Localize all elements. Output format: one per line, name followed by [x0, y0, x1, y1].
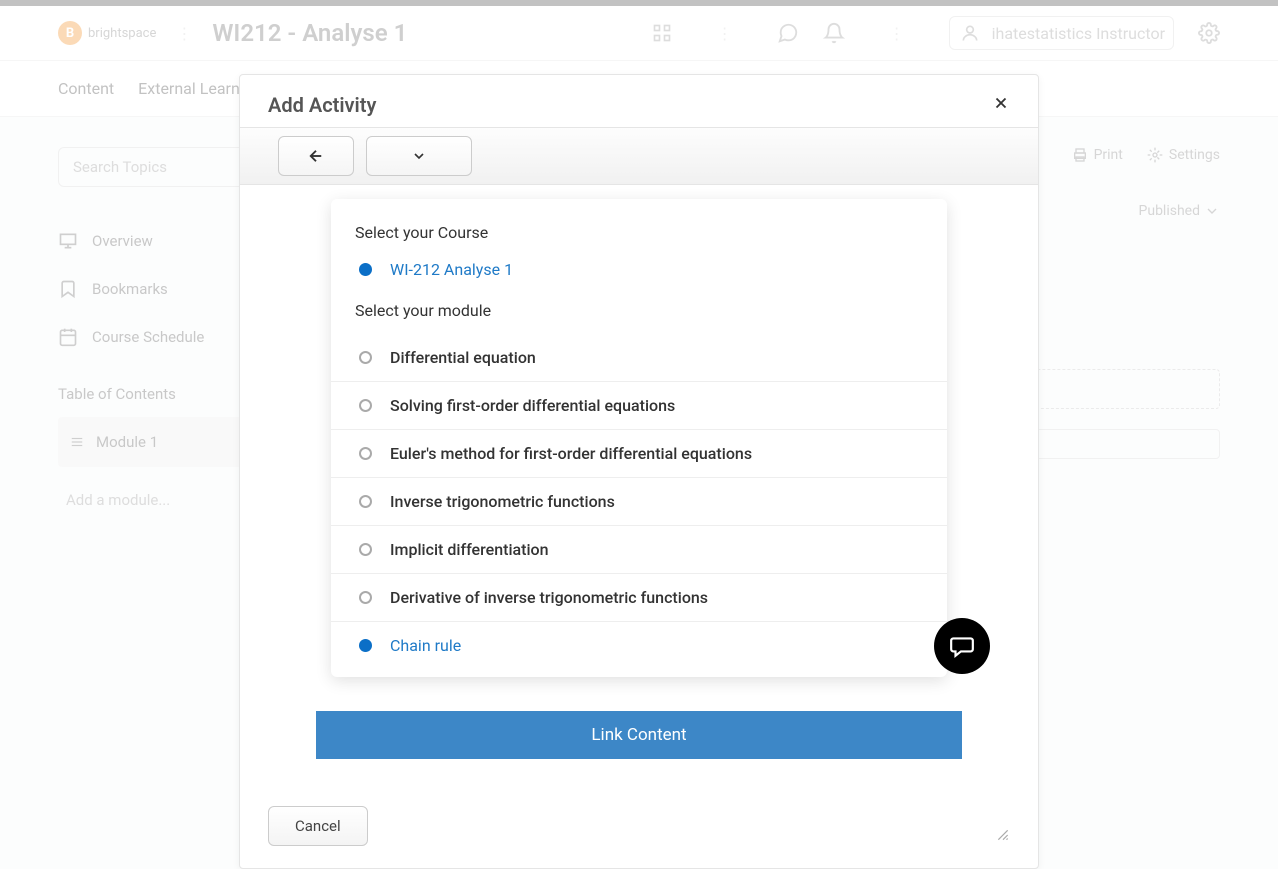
- module-option[interactable]: Implicit differentiation: [331, 526, 947, 574]
- module-list: Differential equation Solving first-order…: [331, 334, 947, 669]
- chevron-down-icon: [411, 148, 427, 164]
- module-option[interactable]: Differential equation: [331, 334, 947, 382]
- select-course-label: Select your Course: [331, 223, 947, 242]
- modal-overlay: Add Activity Select your Course WI-212 A…: [0, 0, 1278, 869]
- course-name: WI-212 Analyse 1: [390, 260, 513, 279]
- module-option[interactable]: Chain rule: [331, 622, 947, 669]
- close-button[interactable]: [992, 94, 1010, 116]
- module-option[interactable]: Euler's method for first-order different…: [331, 430, 947, 478]
- close-icon: [992, 94, 1010, 112]
- resize-handle-icon[interactable]: [996, 827, 1010, 846]
- back-button[interactable]: [278, 136, 354, 176]
- module-option-label: Inverse trigonometric functions: [390, 492, 615, 511]
- chat-fab[interactable]: [934, 618, 990, 674]
- radio-selected-icon: [359, 639, 372, 652]
- module-option[interactable]: Solving first-order differential equatio…: [331, 382, 947, 430]
- radio-empty-icon: [359, 447, 372, 460]
- link-content-button[interactable]: Link Content: [316, 711, 962, 759]
- module-option[interactable]: Derivative of inverse trigonometric func…: [331, 574, 947, 622]
- module-option-label: Solving first-order differential equatio…: [390, 396, 675, 415]
- module-option-label: Differential equation: [390, 348, 536, 367]
- picker-card: Select your Course WI-212 Analyse 1 Sele…: [331, 199, 947, 677]
- radio-empty-icon: [359, 351, 372, 364]
- module-option-label: Derivative of inverse trigonometric func…: [390, 588, 708, 607]
- radio-empty-icon: [359, 399, 372, 412]
- add-activity-modal: Add Activity Select your Course WI-212 A…: [239, 74, 1039, 869]
- arrow-left-icon: [307, 147, 325, 165]
- module-option-label: Implicit differentiation: [390, 540, 549, 559]
- radio-empty-icon: [359, 543, 372, 556]
- module-option-label: Chain rule: [390, 636, 461, 655]
- modal-footer: Cancel: [240, 784, 1038, 868]
- radio-selected-icon: [359, 263, 372, 276]
- modal-header: Add Activity: [240, 75, 1038, 127]
- modal-body: Select your Course WI-212 Analyse 1 Sele…: [240, 185, 1038, 784]
- module-option-label: Euler's method for first-order different…: [390, 444, 752, 463]
- modal-title: Add Activity: [268, 93, 376, 117]
- cancel-button[interactable]: Cancel: [268, 806, 368, 846]
- modal-toolbar: [240, 127, 1038, 185]
- module-option[interactable]: Inverse trigonometric functions: [331, 478, 947, 526]
- radio-empty-icon: [359, 591, 372, 604]
- chat-icon: [949, 633, 975, 659]
- select-module-label: Select your module: [331, 301, 947, 320]
- radio-empty-icon: [359, 495, 372, 508]
- dropdown-button[interactable]: [366, 136, 472, 176]
- course-option[interactable]: WI-212 Analyse 1: [331, 256, 947, 301]
